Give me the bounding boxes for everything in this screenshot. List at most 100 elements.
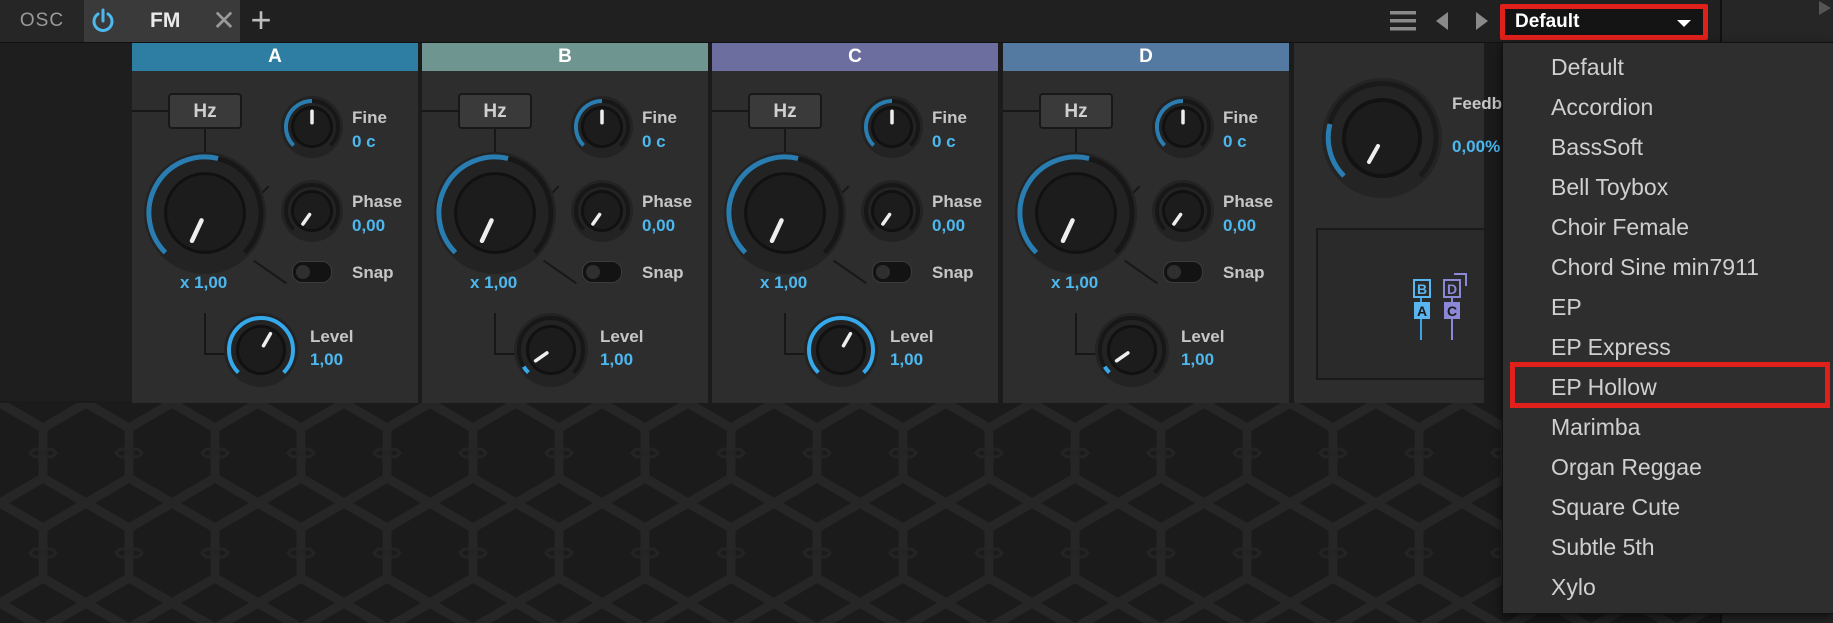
highlight-annotation bbox=[1510, 362, 1830, 408]
fine-label: Fine bbox=[932, 108, 967, 127]
left-spacer bbox=[0, 43, 132, 401]
level-label: Level bbox=[890, 327, 934, 346]
ratio-mode-button[interactable]: Hz bbox=[1039, 93, 1113, 129]
menu-icon[interactable] bbox=[1390, 10, 1416, 32]
snap-label: Snap bbox=[932, 263, 974, 282]
snap-toggle-knob bbox=[1167, 265, 1181, 279]
preset-option[interactable]: Marimba bbox=[1551, 407, 1640, 447]
ratio-value: x 1,00 bbox=[180, 273, 228, 292]
operator-header: A bbox=[132, 43, 418, 71]
fine-knob[interactable] bbox=[860, 95, 924, 159]
level-knob[interactable] bbox=[1094, 312, 1170, 388]
phase-label: Phase bbox=[642, 192, 693, 211]
preset-dropdown-value: Default bbox=[1515, 11, 1580, 32]
fine-value: 0 c bbox=[352, 132, 376, 151]
wire bbox=[204, 313, 206, 353]
preset-option[interactable]: EP bbox=[1551, 287, 1582, 327]
fine-value: 0 c bbox=[932, 132, 956, 151]
snap-toggle-knob bbox=[876, 265, 890, 279]
ratio-mode-button[interactable]: Hz bbox=[168, 93, 242, 129]
preset-option[interactable]: Subtle 5th bbox=[1551, 527, 1655, 567]
next-arrow-icon[interactable] bbox=[1470, 10, 1492, 32]
level-value: 1,00 bbox=[600, 350, 634, 369]
ratio-mode-button[interactable]: Hz bbox=[748, 93, 822, 129]
background-pattern bbox=[0, 403, 1720, 623]
level-value: 1,00 bbox=[1181, 350, 1215, 369]
osc-section-label: OSC bbox=[0, 0, 84, 42]
preset-dropdown-menu: Default Accordion BassSoft Bell Toybox Choir… bbox=[1502, 42, 1833, 614]
fine-value: 0 c bbox=[1223, 132, 1247, 151]
preset-option[interactable]: Square Cute bbox=[1551, 487, 1680, 527]
level-knob[interactable] bbox=[223, 312, 299, 388]
tab-fm-label: FM bbox=[150, 9, 181, 32]
fine-knob[interactable] bbox=[280, 95, 344, 159]
phase-value: 0,00 bbox=[642, 216, 676, 235]
close-icon[interactable]: ✕ bbox=[210, 5, 238, 37]
level-knob[interactable] bbox=[513, 312, 589, 388]
operator-panel-b: B Hz x 1,00 Fine 0 c Phase 0,00 Snap Level 1,00 bbox=[422, 43, 710, 403]
phase-knob[interactable] bbox=[280, 179, 344, 243]
preset-option[interactable]: Xylo bbox=[1551, 567, 1596, 607]
preset-option[interactable]: Accordion bbox=[1551, 87, 1653, 127]
snap-toggle[interactable] bbox=[872, 261, 912, 283]
ratio-knob[interactable] bbox=[1014, 151, 1138, 275]
level-label: Level bbox=[600, 327, 644, 346]
preset-option[interactable]: Organ Reggae bbox=[1551, 447, 1702, 487]
phase-label: Phase bbox=[1223, 192, 1274, 211]
algo-op-c: C bbox=[1447, 303, 1457, 319]
operator-panel-d: D Hz x 1,00 Fine 0 c Phase 0,00 Snap Level 1,00 bbox=[1003, 43, 1291, 403]
fine-value: 0 c bbox=[642, 132, 666, 151]
level-value: 1,00 bbox=[310, 350, 344, 369]
snap-toggle-knob bbox=[296, 265, 310, 279]
level-knob[interactable] bbox=[803, 312, 879, 388]
ratio-knob[interactable] bbox=[143, 151, 267, 275]
ratio-mode-button[interactable]: Hz bbox=[458, 93, 532, 129]
level-value: 1,00 bbox=[890, 350, 924, 369]
feedback-knob[interactable] bbox=[1318, 74, 1446, 202]
prev-arrow-icon[interactable] bbox=[1432, 10, 1454, 32]
fm-oscillator-editor: OSC FM ✕ + Default AHz x 1,00 Fine 0 c P… bbox=[0, 0, 1833, 623]
phase-label: Phase bbox=[352, 192, 403, 211]
phase-knob[interactable] bbox=[1151, 179, 1215, 243]
phase-knob[interactable] bbox=[860, 179, 924, 243]
algo-op-a: A bbox=[1417, 303, 1427, 319]
snap-toggle[interactable] bbox=[582, 261, 622, 283]
ratio-value: x 1,00 bbox=[1051, 273, 1099, 292]
fine-label: Fine bbox=[1223, 108, 1258, 127]
algorithm-display[interactable]: B A D C bbox=[1316, 228, 1486, 380]
fine-knob[interactable] bbox=[1151, 95, 1215, 159]
operator-panel-c: C Hz x 1,00 Fine 0 c Phase 0,00 Snap Level 1,00 bbox=[712, 43, 1000, 403]
phase-value: 0,00 bbox=[1223, 216, 1257, 235]
preset-option[interactable]: Bell Toybox bbox=[1551, 167, 1668, 207]
snap-label: Snap bbox=[642, 263, 684, 282]
wire bbox=[712, 110, 748, 112]
ratio-knob[interactable] bbox=[433, 151, 557, 275]
fine-label: Fine bbox=[642, 108, 677, 127]
wire bbox=[784, 313, 786, 353]
plus-icon[interactable]: + bbox=[246, 2, 276, 38]
fine-knob[interactable] bbox=[570, 95, 634, 159]
power-icon[interactable] bbox=[90, 8, 116, 34]
feedback-value: 0,00% bbox=[1452, 137, 1501, 156]
expand-arrow-icon[interactable] bbox=[1818, 0, 1832, 16]
ratio-knob[interactable] bbox=[723, 151, 847, 275]
operator-header: C bbox=[712, 43, 998, 71]
phase-knob[interactable] bbox=[570, 179, 634, 243]
ratio-value: x 1,00 bbox=[760, 273, 808, 292]
fine-label: Fine bbox=[352, 108, 387, 127]
preset-option[interactable]: Chord Sine min7911 bbox=[1551, 247, 1759, 287]
phase-value: 0,00 bbox=[932, 216, 966, 235]
algo-op-b: B bbox=[1417, 281, 1427, 297]
snap-toggle[interactable] bbox=[1163, 261, 1203, 283]
preset-dropdown[interactable]: Default bbox=[1500, 4, 1708, 40]
preset-option[interactable]: EP Express bbox=[1551, 327, 1671, 367]
feedback-label: Feedb bbox=[1452, 94, 1503, 113]
preset-option[interactable]: Default bbox=[1551, 47, 1624, 87]
snap-toggle[interactable] bbox=[292, 261, 332, 283]
level-label: Level bbox=[1181, 327, 1225, 346]
preset-option[interactable]: Choir Female bbox=[1551, 207, 1689, 247]
phase-value: 0,00 bbox=[352, 216, 386, 235]
algo-op-d: D bbox=[1447, 281, 1457, 297]
preset-option[interactable]: BassSoft bbox=[1551, 127, 1643, 167]
operator-header: D bbox=[1003, 43, 1289, 71]
